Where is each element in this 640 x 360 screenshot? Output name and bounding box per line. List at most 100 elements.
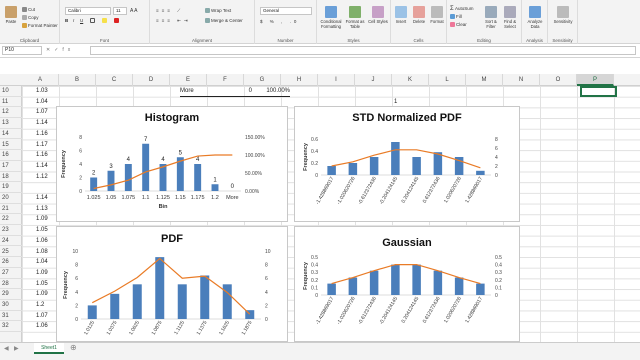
bold-button[interactable]: B	[65, 18, 68, 24]
column-header-c[interactable]: C	[96, 74, 133, 86]
format-as-table-button[interactable]: Format as Table	[344, 6, 366, 29]
cell-a18[interactable]: 1.12	[36, 172, 48, 182]
cell-a13[interactable]: 1.14	[36, 118, 48, 128]
gaussian-chart[interactable]: Gaussian 0.5 0.4 0.3 0.2 0.1 0 0.5 0.4 0.3 0.2 0.1…	[294, 226, 520, 342]
column-header-o[interactable]: O	[540, 74, 577, 86]
sensitivity-button[interactable]: Sensitivity	[550, 6, 576, 24]
cell-a31[interactable]: 1.07	[36, 311, 48, 321]
cell-g10[interactable]: 100.00%	[254, 86, 290, 97]
cell-a29[interactable]: 1.09	[36, 289, 48, 299]
column-header-b[interactable]: B	[59, 74, 96, 86]
row-header-31[interactable]: 31	[0, 311, 22, 322]
row-header-24[interactable]: 24	[0, 236, 22, 247]
row-header-18[interactable]: 18	[0, 172, 22, 183]
clear-button[interactable]: Clear	[450, 22, 467, 28]
font-size-select[interactable]: 11	[113, 7, 127, 15]
cell-f10[interactable]: 0	[217, 86, 252, 96]
merge-center-button[interactable]: Merge & Center	[205, 18, 243, 24]
prev-sheet-icon[interactable]: ◀	[4, 345, 9, 352]
column-header-n[interactable]: N	[503, 74, 540, 86]
row-header-13[interactable]: 13	[0, 118, 22, 129]
row-header-14[interactable]: 14	[0, 129, 22, 140]
number-format-select[interactable]: General	[260, 7, 312, 15]
column-header-i[interactable]: I	[318, 74, 355, 86]
cell-a27[interactable]: 1.09	[36, 268, 48, 278]
cell-a16[interactable]: 1.16	[36, 150, 48, 160]
cell-a12[interactable]: 1.07	[36, 107, 48, 117]
formula-input[interactable]	[90, 46, 636, 55]
row-header-11[interactable]: 11	[0, 97, 22, 108]
row-header-27[interactable]: 27	[0, 268, 22, 279]
column-header-l[interactable]: L	[429, 74, 466, 86]
row-header-16[interactable]: 16	[0, 150, 22, 161]
column-header-a[interactable]: A	[22, 74, 59, 86]
cut-button[interactable]: Cut	[22, 7, 35, 13]
cell-a20[interactable]: 1.14	[36, 193, 48, 203]
row-header-30[interactable]: 30	[0, 300, 22, 311]
sheet-tab-sheet1[interactable]: Sheet1	[34, 343, 64, 354]
column-header-g[interactable]: G	[244, 74, 281, 86]
histogram-chart[interactable]: Histogram 8 6 4 2 0 150.00% 100.00% 50.00% 0.00%…	[56, 106, 288, 222]
cell-a25[interactable]: 1.08	[36, 247, 48, 257]
copy-button[interactable]: Copy	[22, 15, 39, 21]
pdf-chart[interactable]: PDF 10 8 6 4 2 0 10 8 6 4 2 0 Frequency 1.0125 1.0375 1…	[56, 226, 288, 342]
cell-styles-button[interactable]: Cell Styles	[367, 6, 389, 24]
cell-a17[interactable]: 1.14	[36, 161, 48, 171]
row-header-21[interactable]: 21	[0, 204, 22, 215]
cell-a28[interactable]: 1.05	[36, 279, 48, 289]
column-header-h[interactable]: H	[281, 74, 318, 86]
font-color-icon[interactable]	[114, 18, 120, 24]
paste-button[interactable]: Paste	[3, 6, 19, 24]
cell-a23[interactable]: 1.05	[36, 225, 48, 235]
column-header-p[interactable]: P	[577, 74, 614, 86]
cell-a21[interactable]: 1.13	[36, 204, 48, 214]
name-box[interactable]: P10	[2, 46, 42, 55]
row-header-32[interactable]: 32	[0, 321, 22, 333]
cell-a30[interactable]: 1.2	[36, 300, 44, 310]
row-header-19[interactable]: 19	[0, 182, 22, 193]
next-sheet-icon[interactable]: ▶	[14, 345, 19, 352]
row-header-12[interactable]: 12	[0, 107, 22, 119]
column-header-j[interactable]: J	[355, 74, 392, 86]
fill-button[interactable]: Fill	[450, 14, 462, 20]
wrap-text-button[interactable]: Wrap Text	[205, 8, 231, 14]
sort-filter-button[interactable]: Sort & Filter	[482, 6, 500, 29]
cell-a32[interactable]: 1.06	[36, 321, 48, 331]
cell-a26[interactable]: 1.04	[36, 257, 48, 267]
cell-a10[interactable]: 1.03	[36, 86, 48, 96]
cell-a24[interactable]: 1.06	[36, 236, 48, 246]
insert-button[interactable]: Insert	[393, 6, 409, 24]
worksheet-grid[interactable]: 1.03 1.04 1.07 1.14 1.16 1.17 1.16 1.14 1.12 1.14…	[22, 86, 640, 342]
column-header-f[interactable]: F	[207, 74, 244, 86]
row-header-29[interactable]: 29	[0, 289, 22, 300]
row-header-10[interactable]: 10	[0, 86, 22, 97]
row-header-22[interactable]: 22	[0, 214, 22, 226]
align-left-icons[interactable]: ≡≡≡ ⇤⇥	[156, 18, 191, 24]
find-select-button[interactable]: Find & Select	[501, 6, 519, 29]
font-name-select[interactable]: Calibri	[65, 7, 111, 15]
cell-a11[interactable]: 1.04	[36, 97, 48, 107]
row-header-28[interactable]: 28	[0, 279, 22, 290]
selected-cell[interactable]	[580, 86, 617, 97]
formula-buttons[interactable]: ✕✓fx	[46, 47, 74, 53]
currency-icon[interactable]: $ % , .0	[260, 19, 299, 25]
delete-button[interactable]: Delete	[411, 6, 427, 24]
italic-button[interactable]: I	[73, 18, 74, 24]
std-normalized-pdf-chart[interactable]: STD Normalized PDF 0.6 0.4 0.2 0 8 6 4 2 0 Freque…	[294, 106, 520, 222]
row-header-23[interactable]: 23	[0, 225, 22, 236]
align-top-icons[interactable]: ≡≡≡ ⟋	[156, 8, 183, 14]
cell-a14[interactable]: 1.16	[36, 129, 48, 139]
analyze-data-button[interactable]: Analyze Data	[524, 6, 546, 29]
border-icon[interactable]	[90, 18, 96, 24]
cell-a15[interactable]: 1.17	[36, 140, 48, 150]
column-header-m[interactable]: M	[466, 74, 503, 86]
fill-color-icon[interactable]	[102, 18, 108, 24]
conditional-formatting-button[interactable]: Conditional Formatting	[319, 6, 343, 29]
underline-button[interactable]: U	[80, 18, 83, 24]
row-header-17[interactable]: 17	[0, 161, 22, 172]
row-header-26[interactable]: 26	[0, 257, 22, 268]
column-header-k[interactable]: K	[392, 74, 429, 86]
grow-font-icon[interactable]: A A	[130, 8, 138, 14]
column-header-d[interactable]: D	[133, 74, 170, 86]
autosum-button[interactable]: Σ AutoSum	[450, 6, 474, 12]
